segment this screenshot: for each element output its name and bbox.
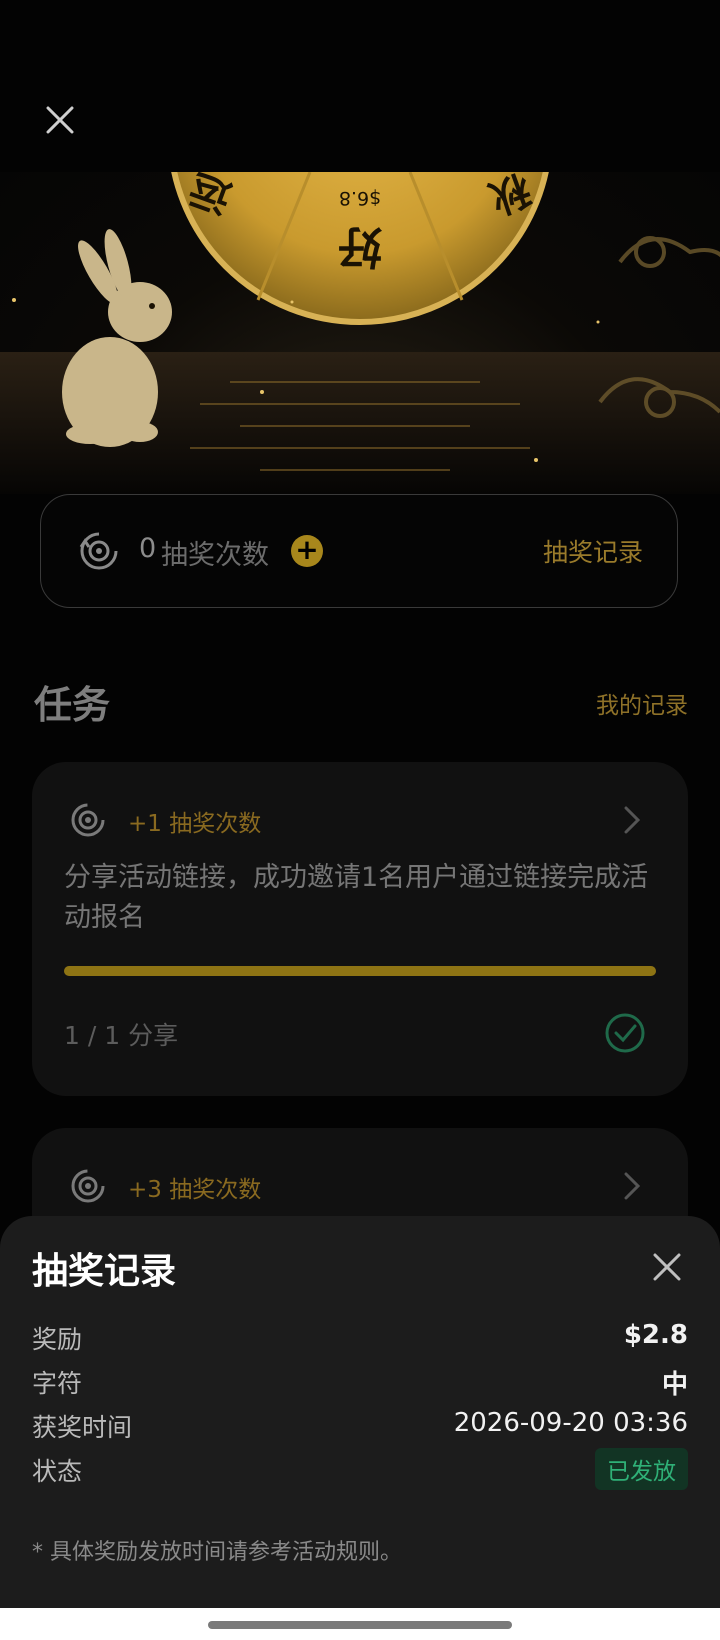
home-indicator[interactable]	[208, 1621, 512, 1629]
close-icon[interactable]	[40, 100, 80, 140]
chevron-right-icon[interactable]	[620, 1168, 644, 1204]
record-row-reward: 奖励 $2.8	[32, 1320, 688, 1360]
row-label: 状态	[32, 1457, 83, 1486]
lucky-wheel-banner: $6.8 好 运 秋	[0, 172, 720, 494]
draw-count: 0	[139, 533, 157, 564]
close-icon[interactable]	[650, 1250, 684, 1284]
wheel-char-center: 好	[338, 221, 383, 272]
record-row-character: 字符 中	[32, 1364, 688, 1404]
draw-count-card: 0 抽奖次数 + 抽奖记录	[40, 494, 678, 608]
row-label: 奖励	[32, 1325, 83, 1354]
tasks-title: 任务	[34, 683, 111, 727]
add-draw-button[interactable]: +	[291, 535, 323, 567]
moon-wheel-illustration: $6.8 好 运 秋	[0, 172, 720, 494]
wheel-prize-label: $6.8	[339, 187, 381, 209]
task-progress-bar	[64, 966, 656, 976]
row-label: 字符	[32, 1369, 83, 1398]
target-refresh-icon	[79, 532, 118, 570]
draw-records-link[interactable]: 抽奖记录	[543, 533, 643, 569]
page: $6.8 好 运 秋 0 抽奖次数 + 抽奖记录 任务 我的记录 +1 抽奖次数…	[0, 0, 720, 1640]
task-reward: +1 抽奖次数	[128, 811, 262, 837]
record-row-status: 状态 已发放	[32, 1448, 688, 1492]
task-reward: +3 抽奖次数	[128, 1177, 262, 1203]
check-circle-icon	[605, 1013, 645, 1053]
sheet-note: * 具体奖励发放时间请参考活动规则。	[32, 1540, 402, 1565]
task-progress-text: 1 / 1 分享	[64, 1021, 179, 1050]
my-records-link[interactable]: 我的记录	[596, 686, 688, 720]
row-value: 2026-09-20 03:36	[453, 1408, 688, 1438]
task-card[interactable]: +1 抽奖次数 分享活动链接，成功邀请1名用户通过链接完成活动报名 1 / 1 …	[32, 762, 688, 1096]
row-value: $2.8	[623, 1320, 688, 1350]
sheet-title: 抽奖记录	[32, 1251, 177, 1292]
task-progress-fill	[64, 966, 656, 976]
draw-record-sheet: 抽奖记录 奖励 $2.8 字符 中 获奖时间 2026-09-20 03:36 …	[0, 1216, 720, 1608]
task-description: 分享活动链接，成功邀请1名用户通过链接完成活动报名	[64, 862, 649, 933]
chevron-right-icon[interactable]	[620, 802, 644, 838]
status-badge: 已发放	[595, 1448, 688, 1490]
draw-count-label: 抽奖次数	[161, 540, 269, 571]
row-label: 获奖时间	[32, 1413, 133, 1442]
row-value: 中	[661, 1370, 688, 1400]
record-row-time: 获奖时间 2026-09-20 03:36	[32, 1408, 688, 1448]
target-refresh-icon	[71, 1169, 105, 1203]
target-refresh-icon	[71, 803, 105, 837]
